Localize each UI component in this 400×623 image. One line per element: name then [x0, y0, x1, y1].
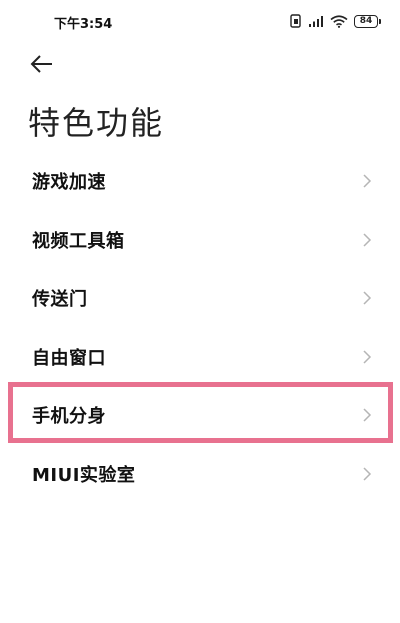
battery-icon: 84: [354, 14, 381, 28]
chevron-right-icon: [363, 174, 372, 188]
status-icons: 84: [290, 12, 381, 30]
back-arrow-icon: [30, 55, 52, 73]
page-title: 特色功能: [28, 104, 165, 142]
chevron-right-icon: [363, 467, 372, 481]
sim-card-icon: [290, 14, 302, 28]
wifi-icon: [330, 14, 348, 28]
list-item-second-space[interactable]: 手机分身: [0, 386, 400, 445]
back-button[interactable]: [26, 50, 58, 78]
list-item-label: 视频工具箱: [32, 230, 125, 252]
list-item-video-toolbox[interactable]: 视频工具箱: [0, 211, 400, 270]
list-item-label: 手机分身: [32, 406, 106, 428]
list-item-portal[interactable]: 传送门: [0, 269, 400, 328]
chevron-right-icon: [363, 233, 372, 247]
list-item-label: 游戏加速: [32, 172, 106, 194]
status-bar: 下午3:54 84: [0, 0, 400, 40]
chevron-right-icon: [363, 408, 372, 422]
list-item-miui-lab[interactable]: MIUI实验室: [0, 445, 400, 504]
status-time: 下午3:54: [54, 17, 113, 32]
chevron-right-icon: [363, 291, 372, 305]
list-item-label: 传送门: [32, 289, 88, 311]
chevron-right-icon: [363, 350, 372, 364]
list-item-label: 自由窗口: [32, 347, 106, 369]
list-item-game-boost[interactable]: 游戏加速: [0, 152, 400, 211]
feature-list: 游戏加速 视频工具箱 传送门 自由窗口 手机分身 MIUI实验室: [0, 152, 400, 503]
signal-icon: [308, 15, 324, 27]
list-item-label: MIUI实验室: [32, 464, 136, 486]
list-item-floating-window[interactable]: 自由窗口: [0, 328, 400, 387]
